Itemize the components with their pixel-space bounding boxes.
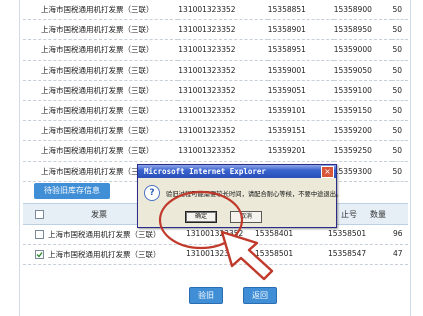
end-number: 15359000 <box>333 39 393 61</box>
quantity: 50 <box>392 60 408 81</box>
quantity: 50 <box>392 0 408 21</box>
start-number: 15359001 <box>267 60 334 81</box>
header-invoice: 发票 <box>91 210 107 219</box>
table-row: 上海市国税通用机打发票（三联） 131001323352 15359001 15359… <box>23 60 408 81</box>
table-row: 上海市国税通用机打发票（三联） 131001323352 15359101 15359… <box>23 100 408 122</box>
invoice-code: 131001323352 <box>178 80 268 101</box>
dialog-message: 验旧过程可能需要较长时间，请配合耐心等候，不要中途退出。 <box>166 191 343 198</box>
end-number: 15358501 <box>328 229 367 238</box>
quantity: 50 <box>392 120 408 142</box>
end-number: 15359250 <box>333 140 393 162</box>
confirm-dialog: Microsoft Internet Explorer × ? 验旧过程可能需要… <box>137 164 342 228</box>
select-all-checkbox[interactable] <box>35 210 44 219</box>
quantity: 50 <box>392 19 408 41</box>
start-number: 15358901 <box>267 19 334 41</box>
checkmark-icon <box>36 252 43 258</box>
quantity: 47 <box>393 249 403 258</box>
table-row: 上海市国税通用机打发票（三联） 131001323352 15358501 15… <box>23 244 408 265</box>
start-number: 15359201 <box>267 140 334 162</box>
start-number: 15359151 <box>267 120 334 142</box>
verify-button[interactable]: 验旧 <box>189 287 223 304</box>
start-number: 15358401 <box>255 229 294 238</box>
invoice-name: 上海市国税通用机打发票（三联） <box>23 19 179 41</box>
invoice-code: 131001323352 <box>178 19 268 41</box>
dialog-title: Microsoft Internet Explorer <box>138 165 336 178</box>
start-number: 15358851 <box>267 0 334 21</box>
invoice-code: 131001323352 <box>178 39 268 61</box>
invoice-code: 131001323352 <box>178 120 268 142</box>
invoice-code: 131001323352 <box>186 229 244 238</box>
invoice-name: 上海市国税通用机打发票（三联） <box>23 39 179 61</box>
invoice-name: 上海市国税通用机打发票（三联） <box>23 0 179 21</box>
invoice-code: 131001323352 <box>186 249 244 258</box>
invoice-code: 131001323352 <box>178 0 268 21</box>
end-number: 15358950 <box>333 19 393 41</box>
start-number: 15358951 <box>267 39 334 61</box>
quantity: 50 <box>392 140 408 162</box>
pending-inventory-tab[interactable]: 待验旧库存信息 <box>34 183 110 199</box>
question-icon: ? <box>144 185 160 201</box>
end-number: 15359050 <box>333 60 393 81</box>
row-checkbox[interactable] <box>35 230 44 239</box>
table-row: 上海市国税通用机打发票（三联） 131001323352 15358951 15359… <box>23 39 408 61</box>
table-row: 上海市国税通用机打发票（三联） 131001323352 15359051 15359… <box>23 80 408 101</box>
invoice-name: 上海市国税通用机打发票（三联） <box>23 80 179 101</box>
end-number: 15359100 <box>333 80 393 101</box>
end-number: 15358547 <box>328 249 367 258</box>
invoice-table-upper: 上海市国税通用机打发票（三联） 131001323352 15358851 15358… <box>23 0 408 182</box>
cancel-button[interactable]: 取消 <box>230 211 262 223</box>
table-row: 上海市国税通用机打发票（三联） 131001323352 15358901 15358… <box>23 19 408 41</box>
invoice-name: 上海市国税通用机打发票（三联） <box>23 120 179 142</box>
invoice-name: 上海市国税通用机打发票（三联） <box>23 60 179 81</box>
start-number: 15359051 <box>267 80 334 101</box>
quantity: 50 <box>392 161 408 182</box>
table-row: 上海市国税通用机打发票（三联） 131001323352 15358851 15358… <box>23 0 408 21</box>
header-quantity: 数量 <box>370 210 386 219</box>
end-number: 15359200 <box>333 120 393 142</box>
table-row: 上海市国税通用机打发票（三联） 131001323352 15359151 15359… <box>23 120 408 142</box>
end-number: 15358900 <box>333 0 393 21</box>
end-number: 15359150 <box>333 100 393 122</box>
invoice-code: 131001323352 <box>178 100 268 122</box>
invoice-name: 上海市国税通用机打发票（三联） <box>23 100 179 122</box>
invoice-name: 上海市国税通用机打发票（三联） <box>23 140 179 162</box>
row-checkbox-checked[interactable] <box>35 250 44 259</box>
start-number: 15359101 <box>267 100 334 122</box>
invoice-name: 上海市国税通用机打发票（三联） <box>48 250 161 259</box>
close-icon[interactable]: × <box>321 166 334 178</box>
quantity: 50 <box>392 100 408 122</box>
end-number: 15359300 <box>333 161 393 182</box>
start-number: 15358501 <box>255 249 294 258</box>
invoice-code: 131001323352 <box>178 60 268 81</box>
invoice-name: 上海市国税通用机打发票（三联） <box>48 230 161 239</box>
quantity: 96 <box>393 229 403 238</box>
header-end-number: 止号 <box>341 210 357 219</box>
table-row: 上海市国税通用机打发票（三联） 131001323352 15359201 15359… <box>23 140 408 162</box>
quantity: 50 <box>392 80 408 101</box>
back-button[interactable]: 返回 <box>243 287 277 304</box>
invoice-code: 131001323352 <box>178 140 268 162</box>
quantity: 50 <box>392 39 408 61</box>
ok-button[interactable]: 确定 <box>185 211 217 223</box>
